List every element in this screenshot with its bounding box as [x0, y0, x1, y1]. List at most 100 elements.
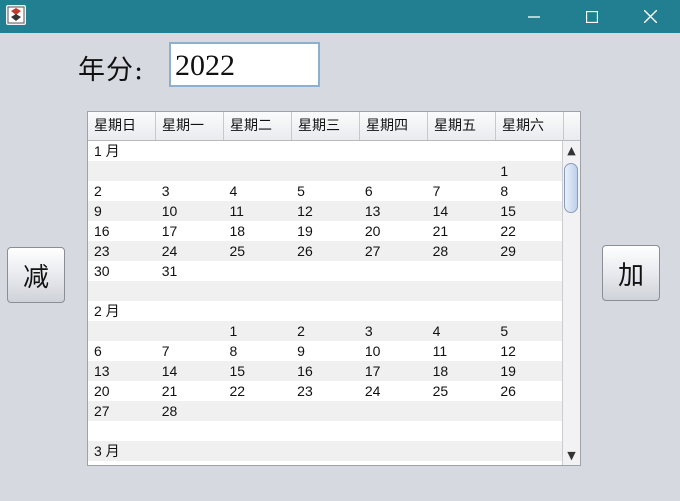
table-row[interactable]: 6 7 8 9 10 11 12: [88, 341, 562, 361]
table-cell[interactable]: [427, 401, 495, 421]
table-row[interactable]: 2 月: [88, 301, 562, 321]
table-cell[interactable]: 7: [156, 341, 224, 361]
table-cell[interactable]: 26: [291, 241, 359, 261]
table-cell[interactable]: 6: [359, 181, 427, 201]
table-row[interactable]: 1 月: [88, 141, 562, 161]
table-row[interactable]: 16 17 18 19 20 21 22: [88, 221, 562, 241]
table-cell[interactable]: [156, 441, 224, 461]
table-cell[interactable]: [223, 441, 291, 461]
table-row[interactable]: 2345678: [88, 181, 562, 201]
table-cell[interactable]: 22: [223, 381, 291, 401]
table-cell[interactable]: [223, 421, 291, 441]
scroll-thumb[interactable]: [564, 163, 578, 213]
table-cell[interactable]: [156, 301, 224, 321]
table-row[interactable]: 3 月: [88, 441, 562, 461]
table-cell[interactable]: [359, 141, 427, 161]
table-cell[interactable]: 2: [291, 321, 359, 341]
column-header-wed[interactable]: 星期三: [292, 112, 360, 140]
table-cell[interactable]: 9: [88, 201, 156, 221]
table-cell[interactable]: 7: [427, 181, 495, 201]
table-cell[interactable]: [88, 321, 156, 341]
scroll-down-icon[interactable]: ▼: [563, 448, 580, 464]
table-cell[interactable]: [88, 281, 156, 301]
minimize-button[interactable]: [505, 0, 563, 33]
table-cell[interactable]: 21: [427, 221, 495, 241]
table-cell[interactable]: 12: [291, 201, 359, 221]
table-cell[interactable]: [427, 141, 495, 161]
table-cell[interactable]: 13: [359, 201, 427, 221]
table-cell[interactable]: [427, 421, 495, 441]
table-cell[interactable]: 10: [156, 201, 224, 221]
table-cell[interactable]: 1: [494, 161, 562, 181]
table-cell[interactable]: [291, 301, 359, 321]
table-cell[interactable]: 31: [156, 261, 224, 281]
table-cell[interactable]: [359, 401, 427, 421]
table-cell[interactable]: [156, 161, 224, 181]
table-cell[interactable]: [223, 261, 291, 281]
table-cell[interactable]: 24: [359, 381, 427, 401]
table-row[interactable]: 12345: [88, 321, 562, 341]
table-cell[interactable]: 12: [494, 341, 562, 361]
table-cell[interactable]: 17: [359, 361, 427, 381]
table-cell[interactable]: [291, 421, 359, 441]
table-cell[interactable]: [359, 261, 427, 281]
table-cell[interactable]: 1 月: [88, 141, 156, 161]
table-cell[interactable]: 29: [494, 241, 562, 261]
column-header-sun[interactable]: 星期日: [88, 112, 156, 140]
table-row[interactable]: 13 14 15 16 17 18 19: [88, 361, 562, 381]
table-cell[interactable]: [359, 421, 427, 441]
table-cell[interactable]: 20: [88, 381, 156, 401]
table-cell[interactable]: [156, 281, 224, 301]
table-cell[interactable]: [291, 281, 359, 301]
table-cell[interactable]: 16: [88, 221, 156, 241]
table-cell[interactable]: 23: [88, 241, 156, 261]
table-cell[interactable]: 3: [359, 321, 427, 341]
table-cell[interactable]: 9: [291, 341, 359, 361]
table-cell[interactable]: 3: [156, 181, 224, 201]
table-cell[interactable]: 8: [223, 341, 291, 361]
table-cell[interactable]: [359, 301, 427, 321]
table-cell[interactable]: 19: [291, 221, 359, 241]
table-cell[interactable]: 28: [427, 241, 495, 261]
decrease-year-button[interactable]: 减: [7, 247, 65, 303]
table-row[interactable]: [88, 421, 562, 441]
maximize-button[interactable]: [563, 0, 621, 33]
table-cell[interactable]: 15: [494, 201, 562, 221]
column-header-sat[interactable]: 星期六: [496, 112, 564, 140]
table-cell[interactable]: [156, 141, 224, 161]
column-header-thu[interactable]: 星期四: [360, 112, 428, 140]
table-cell[interactable]: [359, 161, 427, 181]
table-cell[interactable]: 4: [427, 321, 495, 341]
table-cell[interactable]: [494, 301, 562, 321]
vertical-scrollbar[interactable]: ▲ ▼: [562, 141, 580, 465]
table-cell[interactable]: 8: [494, 181, 562, 201]
table-cell[interactable]: 14: [156, 361, 224, 381]
table-cell[interactable]: 18: [427, 361, 495, 381]
table-cell[interactable]: 2 月: [88, 301, 156, 321]
table-cell[interactable]: 18: [223, 221, 291, 241]
table-cell[interactable]: 22: [494, 221, 562, 241]
table-cell[interactable]: [494, 141, 562, 161]
table-cell[interactable]: 17: [156, 221, 224, 241]
table-row[interactable]: 9 10 11 12 13 14 15: [88, 201, 562, 221]
table-cell[interactable]: 23: [291, 381, 359, 401]
table-cell[interactable]: [88, 161, 156, 181]
table-cell[interactable]: 5: [291, 181, 359, 201]
table-cell[interactable]: [291, 141, 359, 161]
table-row[interactable]: 30 31: [88, 261, 562, 281]
table-cell[interactable]: [156, 321, 224, 341]
increase-year-button[interactable]: 加: [602, 245, 660, 301]
table-cell[interactable]: 10: [359, 341, 427, 361]
table-cell[interactable]: 26: [494, 381, 562, 401]
table-cell[interactable]: [223, 281, 291, 301]
table-cell[interactable]: [291, 401, 359, 421]
table-cell[interactable]: [156, 421, 224, 441]
table-row[interactable]: 23 24 25 26 27 28 29: [88, 241, 562, 261]
table-cell[interactable]: 1: [223, 321, 291, 341]
table-cell[interactable]: 25: [427, 381, 495, 401]
column-header-fri[interactable]: 星期五: [428, 112, 496, 140]
table-cell[interactable]: [427, 301, 495, 321]
table-cell[interactable]: [494, 261, 562, 281]
table-cell[interactable]: [223, 161, 291, 181]
scroll-up-icon[interactable]: ▲: [563, 143, 580, 159]
